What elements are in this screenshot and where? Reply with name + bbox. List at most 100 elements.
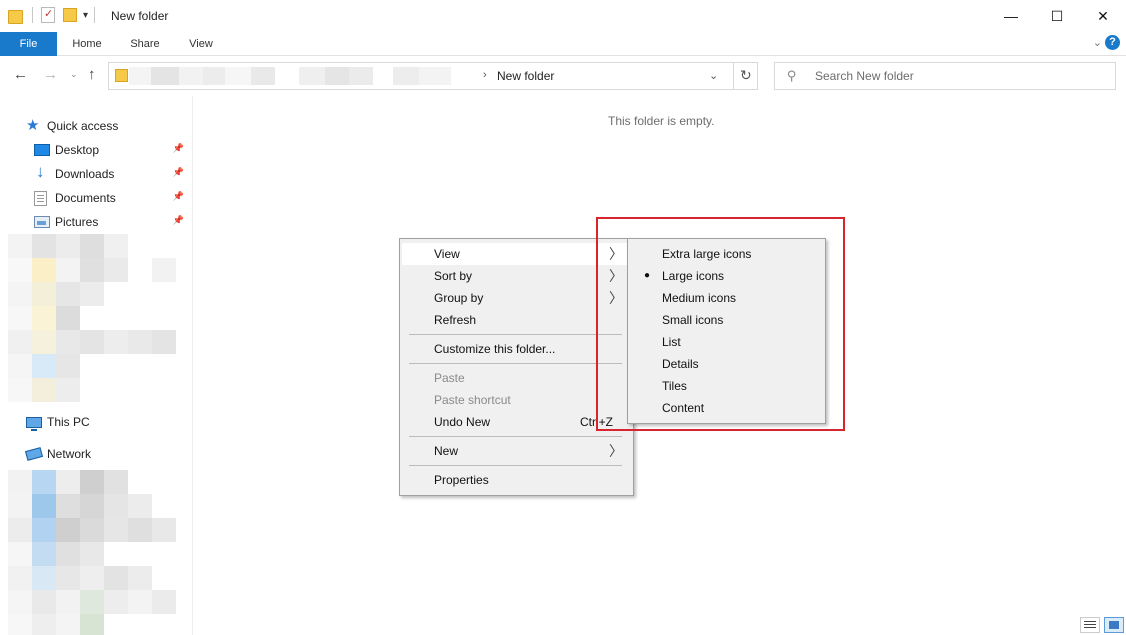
- sidebar-item-pictures[interactable]: Pictures 📌: [0, 211, 190, 233]
- menu-item-label: Small icons: [662, 313, 724, 327]
- submenu-item-tiles[interactable]: Tiles: [630, 375, 823, 397]
- sidebar-item-label: Documents: [55, 191, 116, 205]
- menu-item-group-by[interactable]: Group by 〉: [402, 287, 631, 309]
- menu-item-label: Sort by: [434, 269, 473, 283]
- pin-icon[interactable]: 📌: [173, 191, 184, 202]
- window-controls: — ☐ ✕: [988, 0, 1126, 32]
- submenu-item-large-icons[interactable]: ● Large icons: [630, 265, 823, 287]
- submenu-arrow-icon: 〉: [609, 246, 623, 262]
- menu-item-label: Extra large icons: [662, 247, 752, 261]
- menu-item-paste: Paste: [402, 367, 631, 389]
- close-button[interactable]: ✕: [1080, 0, 1126, 32]
- minimize-button[interactable]: —: [988, 0, 1034, 32]
- sidebar-item-quick-access[interactable]: Quick access: [0, 115, 190, 137]
- search-input[interactable]: ⚲ Search New folder: [774, 62, 1116, 90]
- sidebar-item-label: Network: [47, 447, 92, 461]
- menu-item-undo-new[interactable]: Undo New Ctrl+Z: [402, 411, 631, 433]
- sidebar-item-label: Pictures: [55, 215, 99, 229]
- sidebar-item-label: Desktop: [55, 143, 100, 157]
- expand-ribbon-icon[interactable]: ⌄: [1093, 36, 1102, 49]
- menu-separator: [409, 363, 622, 364]
- pin-icon[interactable]: 📌: [173, 167, 184, 178]
- submenu-arrow-icon: 〉: [609, 290, 623, 306]
- menu-item-label: Properties: [434, 473, 489, 487]
- search-icon: ⚲: [787, 68, 797, 83]
- sidebar-item-documents[interactable]: Documents 📌: [0, 187, 190, 209]
- menu-item-label: Paste: [434, 371, 465, 385]
- help-icon[interactable]: ?: [1105, 35, 1120, 50]
- submenu-item-list[interactable]: List: [630, 331, 823, 353]
- menu-item-properties[interactable]: Properties: [402, 469, 631, 491]
- properties-icon[interactable]: [41, 7, 55, 23]
- maximize-button[interactable]: ☐: [1034, 0, 1080, 32]
- menu-item-label: Tiles: [662, 379, 687, 393]
- recent-locations-icon[interactable]: ⌄: [70, 69, 78, 80]
- customize-toolbar-icon[interactable]: ▾: [83, 10, 88, 21]
- pin-icon[interactable]: 📌: [173, 143, 184, 154]
- sidebar-item-label: Downloads: [55, 167, 115, 181]
- menu-item-new[interactable]: New 〉: [402, 440, 631, 462]
- menu-item-label: View: [434, 247, 460, 261]
- keyboard-shortcut: Ctrl+Z: [580, 415, 613, 429]
- sidebar-item-desktop[interactable]: Desktop 📌: [0, 139, 190, 161]
- forward-button[interactable]: →: [43, 66, 58, 83]
- submenu-item-medium-icons[interactable]: Medium icons: [630, 287, 823, 309]
- menu-item-label: List: [662, 335, 681, 349]
- divider: [733, 63, 734, 89]
- tab-home[interactable]: Home: [63, 32, 111, 56]
- sidebar-item-label: Quick access: [47, 119, 119, 133]
- menu-separator: [409, 334, 622, 335]
- navigation-pane: Quick access Desktop 📌 Downloads 📌 Docum…: [0, 96, 193, 635]
- menu-item-sort-by[interactable]: Sort by 〉: [402, 265, 631, 287]
- pc-icon: [26, 416, 42, 431]
- submenu-item-content[interactable]: Content: [630, 397, 823, 419]
- selected-bullet-icon: ●: [644, 270, 651, 281]
- menu-item-label: Refresh: [434, 313, 477, 327]
- navigation-bar: ← → ⌄ ↑ › New folder ⌄ ↻ ⚲ Search New fo…: [0, 56, 1126, 96]
- new-folder-icon[interactable]: [63, 8, 77, 22]
- pin-icon[interactable]: 📌: [173, 215, 184, 226]
- sidebar-item-downloads[interactable]: Downloads 📌: [0, 162, 190, 185]
- menu-separator: [409, 436, 622, 437]
- pictures-icon: [34, 216, 50, 228]
- menu-item-label: Undo New: [434, 415, 491, 429]
- tab-view[interactable]: View: [178, 32, 224, 56]
- network-icon: [24, 447, 44, 461]
- submenu-item-extra-large-icons[interactable]: Extra large icons: [630, 243, 823, 265]
- submenu-item-small-icons[interactable]: Small icons: [630, 309, 823, 331]
- address-dropdown-icon[interactable]: ⌄: [709, 69, 718, 82]
- folder-icon: [8, 8, 24, 24]
- sidebar-item-this-pc[interactable]: This PC: [0, 411, 190, 433]
- search-placeholder: Search New folder: [815, 69, 914, 83]
- details-view-icon[interactable]: [1080, 617, 1100, 633]
- menu-item-label: New: [434, 444, 459, 458]
- documents-icon: [34, 190, 47, 206]
- up-button[interactable]: ↑: [88, 66, 96, 83]
- menu-item-refresh[interactable]: Refresh: [402, 309, 631, 331]
- window-title: New folder: [111, 9, 169, 23]
- downloads-icon: [34, 162, 50, 182]
- sidebar-item-label: This PC: [47, 415, 90, 429]
- breadcrumb-separator-icon[interactable]: ›: [483, 69, 487, 81]
- refresh-button[interactable]: ↻: [740, 67, 752, 84]
- submenu-item-details[interactable]: Details: [630, 353, 823, 375]
- menu-item-label: Customize this folder...: [434, 342, 556, 356]
- title-bar: ▾ New folder — ☐ ✕: [0, 0, 1126, 32]
- sidebar-item-network[interactable]: Network: [0, 443, 190, 465]
- empty-folder-message: This folder is empty.: [608, 114, 715, 128]
- back-button[interactable]: ←: [13, 66, 28, 83]
- view-toggle-group: [1080, 617, 1124, 633]
- toolbar-divider: [94, 7, 96, 23]
- context-menu: View 〉 Sort by 〉 Group by 〉 Refresh Cust…: [399, 238, 634, 496]
- menu-item-customize-folder[interactable]: Customize this folder...: [402, 338, 631, 360]
- tab-share[interactable]: Share: [122, 32, 168, 56]
- breadcrumb-current[interactable]: New folder: [497, 69, 554, 83]
- address-bar[interactable]: › New folder ⌄ ↻: [108, 62, 758, 90]
- large-icons-view-icon[interactable]: [1104, 617, 1124, 633]
- tab-file[interactable]: File: [0, 32, 57, 56]
- menu-item-label: Content: [662, 401, 705, 415]
- view-submenu: Extra large icons ● Large icons Medium i…: [627, 238, 826, 424]
- menu-item-paste-shortcut: Paste shortcut: [402, 389, 631, 411]
- menu-separator: [409, 465, 622, 466]
- menu-item-view[interactable]: View 〉: [402, 243, 631, 265]
